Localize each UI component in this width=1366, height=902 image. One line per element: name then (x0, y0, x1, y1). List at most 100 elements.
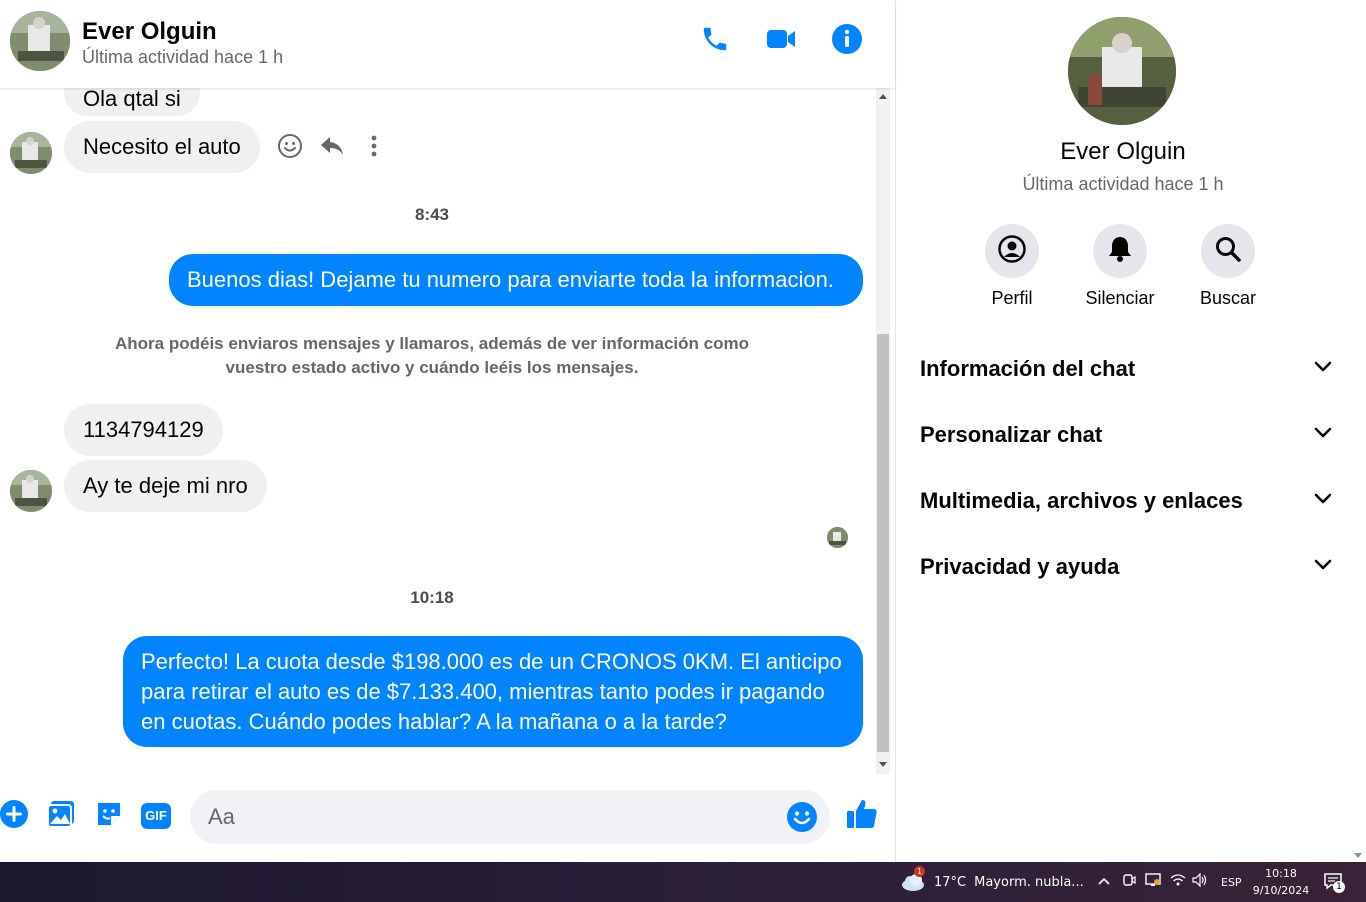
message-input-wrapper (190, 790, 830, 844)
network-button[interactable] (1170, 862, 1186, 902)
contact-name[interactable]: Ever Olguin (82, 18, 217, 46)
chevron-down-icon (1314, 558, 1332, 576)
mute-circle (1093, 224, 1147, 278)
weather-temp: 17°C (934, 874, 967, 890)
system-notice: Ahora podéis enviaros mensajes y llamaro… (100, 332, 764, 380)
message-text: Perfecto! La cuota desde $198.000 es de … (141, 648, 842, 734)
notification-icon: 1 (1323, 872, 1345, 893)
video-icon (765, 25, 797, 58)
gif-icon: GIF (141, 803, 171, 829)
profile-circle (985, 224, 1039, 278)
timestamp: 10:18 (410, 588, 454, 607)
message-bubble-incoming[interactable]: Ola qtal si (64, 88, 200, 116)
emoji-button[interactable] (786, 801, 818, 833)
clock[interactable]: 10:18 9/10/2024 (1250, 865, 1312, 899)
language-label: ESP (1221, 875, 1242, 889)
chevron-down-icon (1314, 426, 1332, 444)
attach-image-button[interactable] (45, 800, 77, 832)
search-icon (1214, 235, 1242, 268)
smile-icon (277, 133, 303, 164)
chevron-down-icon (1314, 360, 1332, 378)
message-bubble-outgoing[interactable]: Buenos dias! Dejame tu numero para envia… (169, 254, 863, 306)
message-bubble-outgoing[interactable]: Perfecto! La cuota desde $198.000 es de … (123, 636, 863, 747)
react-button[interactable] (275, 133, 305, 163)
sticker-icon (94, 799, 124, 834)
profile-avatar-large[interactable] (1068, 17, 1176, 125)
send-like-button[interactable] (844, 798, 880, 834)
section-label: Privacidad y ayuda (920, 554, 1120, 579)
search-circle (1201, 224, 1255, 278)
scroll-thumb[interactable] (877, 334, 889, 752)
cloud-icon: 1 (900, 866, 926, 892)
message-list[interactable]: Ola qtal si Necesito el auto 8:43 Buenos… (0, 88, 876, 774)
plus-icon (0, 799, 29, 834)
message-bubble-incoming[interactable]: 1134794129 (64, 404, 223, 456)
video-call-button[interactable] (763, 23, 799, 59)
scroll-down-icon[interactable] (879, 762, 887, 767)
message-text: Ay te deje mi nro (83, 473, 248, 498)
tray-app-icon[interactable] (1145, 862, 1161, 902)
message-bubble-incoming[interactable]: Ay te deje mi nro (64, 460, 267, 512)
search-button[interactable]: Buscar (1178, 224, 1278, 309)
phone-icon (700, 24, 730, 59)
image-icon (46, 799, 76, 834)
tray-app-icon[interactable] (1122, 862, 1136, 902)
sticker-button[interactable] (93, 800, 125, 832)
like-icon (845, 797, 879, 836)
message-text: 1134794129 (83, 417, 204, 442)
scroll-up-icon[interactable] (879, 94, 887, 99)
wifi-icon (1170, 873, 1186, 891)
chevron-down-icon (1314, 492, 1332, 510)
read-receipt-avatar (827, 527, 848, 548)
gif-button[interactable]: GIF (140, 800, 172, 832)
input-language-button[interactable]: ESP (1221, 862, 1242, 902)
speaker-icon (1192, 872, 1208, 891)
weather-badge: 1 (914, 866, 925, 877)
show-hidden-icons-button[interactable] (1097, 862, 1111, 902)
system-notice-line: vuestro estado activo y cuándo leéis los… (225, 358, 639, 377)
contact-avatar[interactable] (10, 11, 70, 71)
conversation-info-button[interactable] (829, 23, 865, 59)
timestamp: 8:43 (414, 205, 450, 224)
message-bubble-incoming[interactable]: Necesito el auto (64, 121, 260, 173)
clock-time: 10:18 (1265, 867, 1297, 880)
reply-button[interactable] (317, 133, 347, 163)
section-privacy-help[interactable]: Privacidad y ayuda (920, 541, 1332, 593)
message-scrollbar[interactable] (876, 88, 890, 774)
weather-widget[interactable]: 1 17°C Mayorm. nubla... (900, 862, 1084, 902)
message-composer: GIF (0, 774, 895, 862)
reply-icon (319, 134, 345, 163)
more-icon (370, 135, 378, 162)
clock-date: 9/10/2024 (1252, 884, 1310, 897)
more-options-button[interactable] (359, 133, 389, 163)
section-label: Información del chat (920, 356, 1136, 381)
profile-button[interactable]: Perfil (962, 224, 1062, 309)
chat-panel: Ever Olguin Última actividad hace 1 h Ol… (0, 0, 895, 862)
message-input[interactable] (208, 790, 778, 844)
profile-status: Última actividad hace 1 h (1022, 174, 1224, 194)
panel-scroll-down-icon[interactable] (1354, 853, 1362, 858)
sender-avatar[interactable] (10, 470, 52, 512)
profile-label: Perfil (991, 288, 1033, 308)
sender-avatar[interactable] (10, 132, 52, 174)
meet-icon (1122, 873, 1136, 891)
profile-icon (997, 234, 1027, 269)
section-label: Multimedia, archivos y enlaces (920, 488, 1243, 513)
message-text: Ola qtal si (83, 88, 181, 111)
display-icon (1145, 873, 1161, 891)
mute-button[interactable]: Silenciar (1070, 224, 1170, 309)
section-media-files-links[interactable]: Multimedia, archivos y enlaces (920, 475, 1332, 527)
notification-center-button[interactable]: 1 (1323, 862, 1345, 902)
volume-button[interactable] (1192, 862, 1208, 902)
section-chat-info[interactable]: Información del chat (920, 343, 1332, 395)
phone-call-button[interactable] (697, 23, 733, 59)
more-actions-button[interactable] (0, 799, 30, 834)
info-icon (831, 23, 863, 60)
profile-name: Ever Olguin (1060, 138, 1186, 165)
last-active-status: Última actividad hace 1 h (82, 47, 284, 67)
section-label: Personalizar chat (920, 422, 1103, 447)
mute-label: Silenciar (1085, 288, 1155, 308)
section-customize-chat[interactable]: Personalizar chat (920, 409, 1332, 461)
system-notice-line: Ahora podéis enviaros mensajes y llamaro… (115, 334, 749, 353)
chat-header: Ever Olguin Última actividad hace 1 h (0, 0, 895, 88)
